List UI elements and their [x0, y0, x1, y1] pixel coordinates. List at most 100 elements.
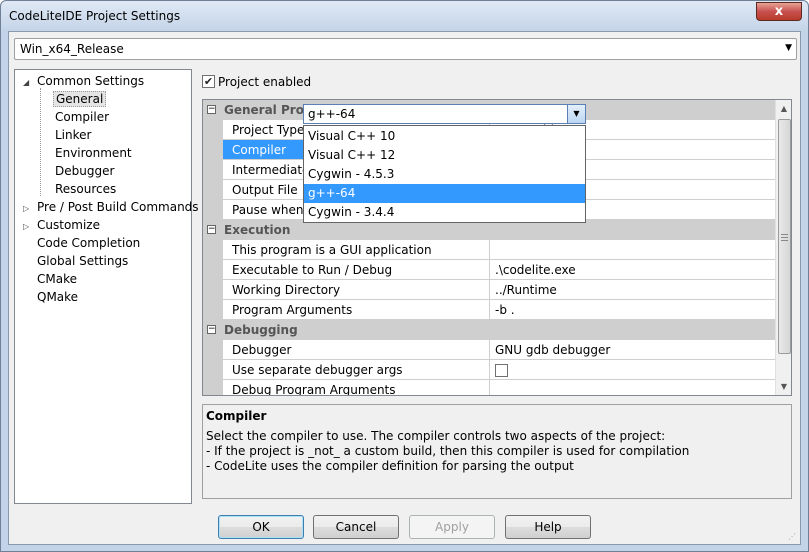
grid-scrollbar[interactable]: ▲ ▼	[775, 100, 791, 395]
category-execution[interactable]: − Execution	[203, 220, 775, 240]
chevron-down-icon[interactable]: ▼	[567, 105, 585, 123]
project-enabled-checkbox[interactable]: ✔	[202, 75, 215, 88]
tree-item-environment[interactable]: Environment	[53, 144, 134, 162]
tree-item-label: CMake	[37, 272, 77, 286]
tree-item-label: Customize	[37, 218, 100, 232]
category-label: Execution	[224, 223, 291, 237]
scroll-down-icon[interactable]: ▼	[776, 378, 791, 395]
property-row-gui-application[interactable]: This program is a GUI application	[203, 240, 775, 260]
collapse-triangle-icon[interactable]: ◢	[23, 74, 35, 92]
property-name: Working Directory	[223, 280, 490, 300]
tree-item-common-settings[interactable]: ◢ Common Settings	[23, 72, 146, 90]
chevron-down-icon[interactable]: ▼	[785, 43, 792, 53]
scrollbar-thumb[interactable]	[778, 119, 791, 354]
tree-item-label: Environment	[55, 146, 132, 160]
property-row-working-directory[interactable]: Working Directory ../Runtime	[203, 280, 775, 300]
settings-tree: ◢ Common Settings General Compiler Linker…	[14, 69, 199, 504]
project-enabled-label: Project enabled	[218, 74, 312, 89]
property-row-executable[interactable]: Executable to Run / Debug .\codelite.exe	[203, 260, 775, 280]
tree-item-code-completion[interactable]: Code Completion	[35, 234, 142, 252]
title-bar[interactable]: CodeLiteIDE Project Settings x	[1, 1, 808, 31]
property-row-debugger[interactable]: Debugger GNU gdb debugger	[203, 340, 775, 360]
tree-item-label: Common Settings	[37, 74, 145, 88]
property-value[interactable]: GNU gdb debugger	[490, 340, 775, 360]
tree-item-compiler[interactable]: Compiler	[53, 108, 111, 126]
close-button[interactable]: x	[756, 2, 802, 21]
tree-item-pre-post-build[interactable]: ▷ Pre / Post Build Commands	[23, 198, 201, 216]
tree-item-label: Code Completion	[37, 236, 141, 250]
property-value[interactable]: -b .	[490, 300, 775, 320]
category-debugging[interactable]: − Debugging	[203, 320, 775, 340]
property-name: Program Arguments	[223, 300, 490, 320]
apply-button[interactable]: Apply	[409, 515, 495, 539]
tree-item-label: QMake	[37, 290, 79, 304]
compiler-option[interactable]: Visual C++ 12	[304, 146, 585, 165]
property-value[interactable]: .\codelite.exe	[490, 260, 775, 280]
grip-line	[781, 234, 788, 235]
expand-triangle-icon[interactable]: ▷	[23, 218, 35, 236]
tree-item-linker[interactable]: Linker	[53, 126, 93, 144]
description-panel: Compiler Select the compiler to use. The…	[202, 404, 792, 499]
row-margin	[203, 380, 223, 395]
tree-item-global-settings[interactable]: Global Settings	[35, 252, 130, 270]
category-label: Debugging	[224, 323, 298, 337]
collapse-icon[interactable]: −	[207, 325, 216, 334]
row-margin	[203, 160, 223, 180]
project-settings-dialog: CodeLiteIDE Project Settings x Win_x64_R…	[0, 0, 809, 552]
resize-grip-icon[interactable]: ⋰	[788, 532, 798, 542]
compiler-combo[interactable]: g++-64 ▼	[303, 104, 586, 124]
compiler-option[interactable]: Cygwin - 3.4.4	[304, 203, 585, 222]
description-line: - If the project is _not_ a custom build…	[206, 444, 690, 458]
row-margin	[203, 240, 223, 260]
row-margin	[203, 140, 223, 160]
tree-item-customize[interactable]: ▷ Customize	[23, 216, 102, 234]
tree-item-label: General	[53, 91, 107, 107]
tree-item-qmake[interactable]: QMake	[35, 288, 80, 306]
row-margin	[203, 260, 223, 280]
scroll-up-icon[interactable]: ▲	[776, 100, 791, 117]
compiler-option[interactable]: Cygwin - 4.5.3	[304, 165, 585, 184]
tree-item-label: Pre / Post Build Commands	[37, 200, 199, 214]
property-value[interactable]	[490, 240, 775, 260]
ok-button[interactable]: OK	[218, 515, 304, 539]
property-value[interactable]: ../Runtime	[490, 280, 775, 300]
property-name: Executable to Run / Debug	[223, 260, 490, 280]
dialog-client-area: Win_x64_Release ▼ ◢ Common Settings Gener…	[8, 31, 801, 545]
property-name: Debug Program Arguments	[223, 380, 490, 395]
project-enabled-row[interactable]: ✔ Project enabled	[202, 74, 311, 90]
tree-item-general[interactable]: General	[53, 90, 107, 108]
property-value[interactable]	[490, 360, 775, 380]
row-margin	[203, 180, 223, 200]
grip-line	[781, 240, 788, 241]
compiler-combo-value: g++-64	[308, 107, 356, 121]
row-margin	[203, 340, 223, 360]
tree-item-label: Debugger	[55, 164, 115, 178]
configuration-value: Win_x64_Release	[20, 42, 124, 56]
collapse-icon[interactable]: −	[207, 105, 216, 114]
configuration-select[interactable]: Win_x64_Release ▼	[14, 38, 797, 60]
property-name: Use separate debugger args	[223, 360, 490, 380]
help-button[interactable]: Help	[505, 515, 591, 539]
cancel-button[interactable]: Cancel	[313, 515, 399, 539]
description-title: Compiler	[206, 409, 267, 423]
separate-debugger-args-checkbox[interactable]	[495, 364, 508, 377]
compiler-option-selected[interactable]: g++-64	[304, 184, 585, 203]
property-row-program-arguments[interactable]: Program Arguments -b .	[203, 300, 775, 320]
tree-item-resources[interactable]: Resources	[53, 180, 118, 198]
tree-connector	[40, 88, 41, 196]
tree-item-debugger[interactable]: Debugger	[53, 162, 116, 180]
collapse-icon[interactable]: −	[207, 225, 216, 234]
row-margin	[203, 120, 223, 140]
tree-item-cmake[interactable]: CMake	[35, 270, 79, 288]
property-row-separate-debugger-args[interactable]: Use separate debugger args	[203, 360, 775, 380]
row-margin	[203, 200, 223, 220]
row-margin	[203, 360, 223, 380]
compiler-option[interactable]: Visual C++ 10	[304, 127, 585, 146]
grip-line	[781, 237, 788, 238]
description-line: - CodeLite uses the compiler definition …	[206, 459, 574, 473]
compiler-dropdown-list: Visual C++ 10 Visual C++ 12 Cygwin - 4.5…	[303, 125, 586, 223]
property-name: This program is a GUI application	[223, 240, 490, 260]
property-value[interactable]	[490, 380, 775, 395]
property-name: Debugger	[223, 340, 490, 360]
property-row-debug-program-arguments[interactable]: Debug Program Arguments	[203, 380, 775, 395]
